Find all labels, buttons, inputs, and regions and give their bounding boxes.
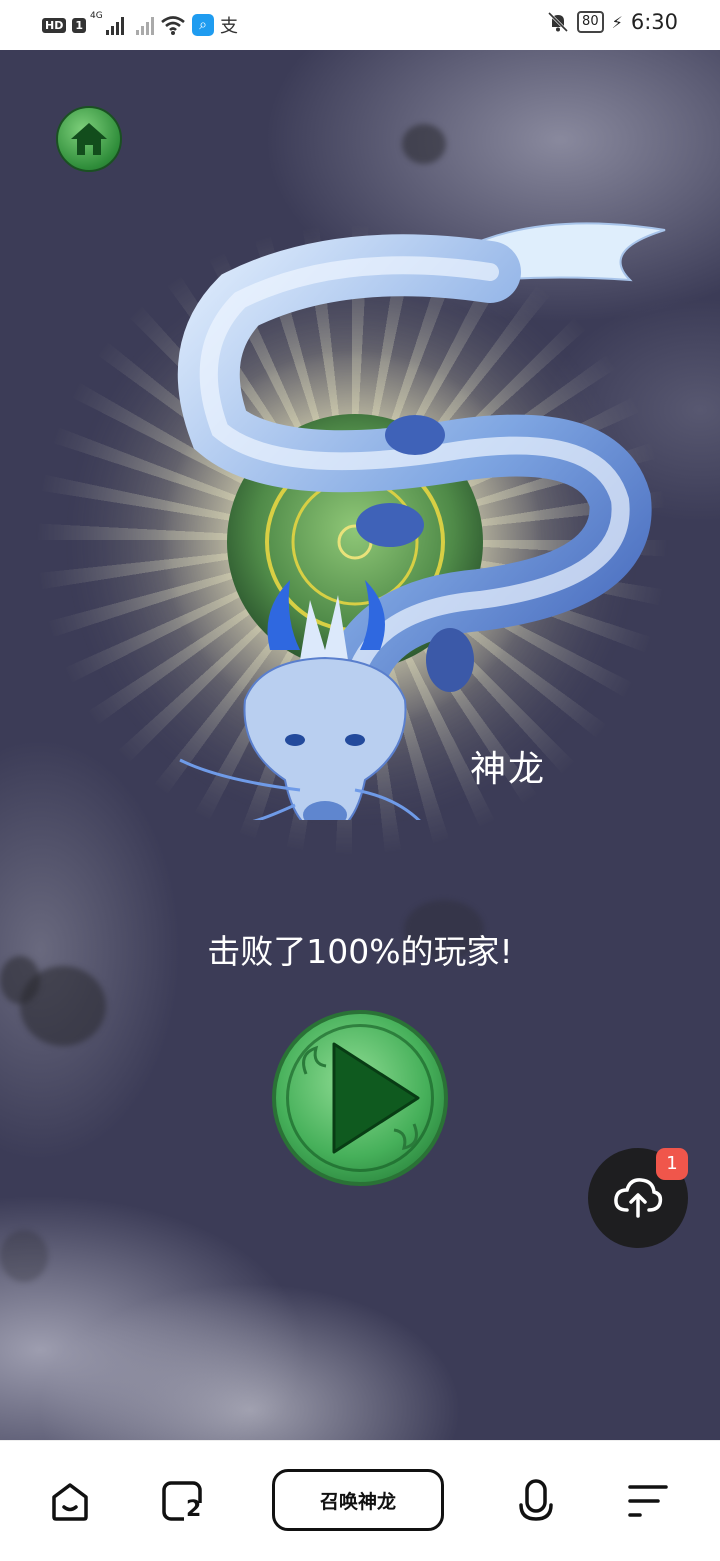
bottom-toolbar: 2 召唤神龙 bbox=[0, 1440, 720, 1561]
bell-off-icon bbox=[547, 11, 569, 33]
notification-badge: 1 bbox=[656, 1148, 688, 1180]
clock: 6:30 bbox=[630, 10, 678, 34]
menu-icon[interactable] bbox=[626, 1479, 670, 1523]
creature-name: 神龙 bbox=[470, 749, 547, 790]
network-type: 4G bbox=[90, 11, 103, 21]
home-tab-icon[interactable] bbox=[48, 1479, 92, 1523]
battery-indicator: 80 bbox=[577, 11, 604, 33]
tabs-button[interactable]: 2 bbox=[160, 1479, 204, 1523]
status-right: 80 ⚡ 6:30 bbox=[547, 10, 678, 34]
home-icon bbox=[71, 123, 107, 155]
sim-badge: 1 bbox=[72, 17, 86, 33]
search-app-icon: ⌕ bbox=[192, 14, 214, 36]
status-left: HD 1 4G ⌕ 支 bbox=[42, 11, 238, 38]
wifi-icon bbox=[161, 16, 185, 35]
summon-dragon-button[interactable]: 召唤神龙 bbox=[272, 1469, 444, 1531]
result-text: 击败了100%的玩家! bbox=[207, 932, 513, 971]
charging-icon: ⚡ bbox=[611, 12, 623, 32]
home-button[interactable] bbox=[56, 106, 122, 172]
signal-strength-icon: 4G bbox=[90, 11, 124, 35]
game-canvas: 神龙 击败了100%的玩家! 1 bbox=[0, 50, 720, 1440]
status-bar: HD 1 4G ⌕ 支 80 ⚡ 6:30 bbox=[0, 0, 720, 50]
smoke-cloud bbox=[0, 1230, 48, 1282]
cloud-upload-icon bbox=[614, 1178, 663, 1218]
alipay-icon: 支 bbox=[220, 16, 238, 37]
play-icon bbox=[302, 1042, 420, 1154]
signal-strength-2-icon bbox=[130, 15, 154, 35]
play-button[interactable] bbox=[272, 1010, 448, 1186]
microphone-icon[interactable] bbox=[514, 1479, 558, 1523]
dragon-illustration bbox=[177, 222, 666, 820]
smoke-cloud bbox=[402, 124, 446, 164]
tabs-count: 2 bbox=[186, 1497, 202, 1522]
hd-badge: HD bbox=[42, 17, 67, 33]
